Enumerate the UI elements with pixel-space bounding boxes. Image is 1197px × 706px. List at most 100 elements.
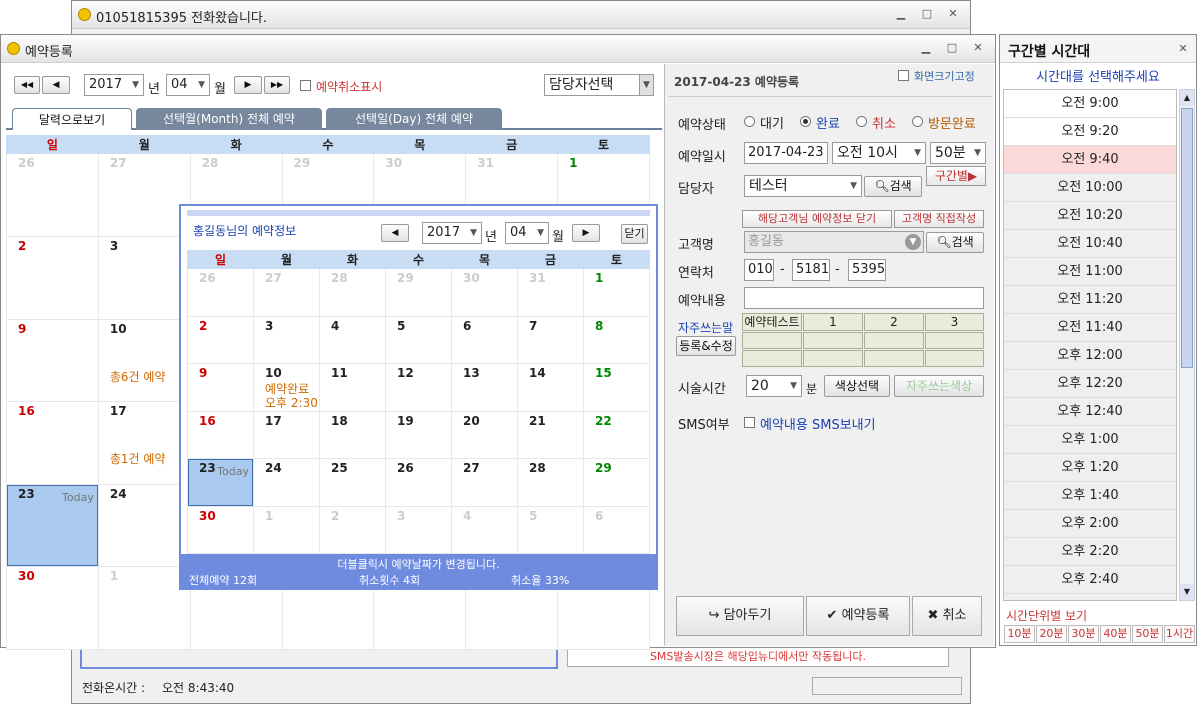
- day-cell[interactable]: 16: [6, 401, 99, 485]
- favorite-color-button[interactable]: 자주쓰는색상: [894, 375, 984, 397]
- time-slot[interactable]: 오후 1:00: [1004, 426, 1176, 454]
- time-slot[interactable]: 오전 9:40: [1004, 146, 1176, 174]
- unit-button[interactable]: 30분: [1068, 625, 1099, 643]
- month-select[interactable]: 04 ▼: [166, 74, 210, 96]
- day-cell[interactable]: 7: [517, 315, 584, 365]
- time-slot[interactable]: 오전 11:00: [1004, 258, 1176, 286]
- memo-edit-button[interactable]: 등록&수정: [676, 336, 736, 356]
- popup-year-select[interactable]: 2017 ▼: [422, 222, 482, 244]
- prev-month-button[interactable]: ◀: [42, 76, 70, 94]
- day-cell[interactable]: 15: [583, 363, 650, 412]
- day-cell[interactable]: 3: [253, 315, 320, 365]
- time-slot[interactable]: 오후 1:20: [1004, 454, 1176, 482]
- popup-prev-month-button[interactable]: ◀: [381, 224, 409, 242]
- day-cell[interactable]: 6: [583, 505, 650, 555]
- phone1-field[interactable]: 010: [744, 259, 774, 281]
- day-cell[interactable]: 28: [319, 268, 386, 317]
- memo-cell[interactable]: [864, 350, 924, 367]
- time-slot[interactable]: 오전 10:00: [1004, 174, 1176, 202]
- day-cell[interactable]: 3: [385, 505, 452, 555]
- close-customer-info-button[interactable]: 해당고객님 예약정보 닫기: [742, 210, 892, 228]
- date-field[interactable]: 2017-04-23: [744, 142, 828, 164]
- day-cell[interactable]: 17 총1건 예약: [97, 401, 191, 485]
- time-slot[interactable]: 오후 2:40: [1004, 566, 1176, 594]
- time-slot[interactable]: 오후 12:00: [1004, 342, 1176, 370]
- day-cell[interactable]: 30: [187, 505, 254, 555]
- day-cell[interactable]: 27: [97, 153, 191, 237]
- popup-month-select[interactable]: 04 ▼: [505, 222, 549, 244]
- day-cell[interactable]: 2: [6, 235, 99, 320]
- memo-cell[interactable]: 1: [803, 313, 863, 331]
- status-wait-radio[interactable]: [744, 116, 755, 127]
- day-cell[interactable]: 1: [253, 505, 320, 555]
- unit-button[interactable]: 40분: [1100, 625, 1131, 643]
- day-cell[interactable]: 30: [451, 268, 518, 317]
- time-slot[interactable]: 오전 10:20: [1004, 202, 1176, 230]
- day-cell[interactable]: 8: [583, 315, 650, 365]
- status-visited-radio[interactable]: [912, 116, 923, 127]
- day-cell[interactable]: 5: [517, 505, 584, 555]
- time-slot[interactable]: 오전 9:20: [1004, 118, 1176, 146]
- day-cell[interactable]: 2: [319, 505, 386, 555]
- staff-search-button[interactable]: 🔍︎검색: [864, 176, 922, 197]
- tab-month-reservations[interactable]: 선택월(Month) 전체 예약: [136, 108, 322, 130]
- day-cell[interactable]: 4: [451, 505, 518, 555]
- scroll-thumb[interactable]: [1181, 108, 1193, 368]
- memo-cell[interactable]: [864, 332, 924, 349]
- day-cell[interactable]: 4: [319, 315, 386, 365]
- time-slot[interactable]: 오후 2:20: [1004, 538, 1176, 566]
- time-select[interactable]: 오전 10시 ▼: [832, 142, 926, 164]
- day-cell[interactable]: 1: [583, 268, 650, 317]
- day-cell[interactable]: 27: [451, 458, 518, 507]
- memo-cell[interactable]: [803, 332, 863, 349]
- close-icon[interactable]: ✕: [967, 40, 989, 56]
- color-select-button[interactable]: 색상선택: [824, 375, 890, 397]
- time-slot[interactable]: 오전 10:40: [1004, 230, 1176, 258]
- direct-name-button[interactable]: 고객명 직접작성: [894, 210, 984, 228]
- next-year-button[interactable]: ▶▶: [264, 76, 290, 94]
- day-cell[interactable]: 20: [451, 410, 518, 460]
- memo-cell[interactable]: 예약테스트: [742, 313, 802, 331]
- minimize-icon[interactable]: ▁: [890, 6, 912, 22]
- unit-button[interactable]: 50분: [1132, 625, 1163, 643]
- day-cell[interactable]: 26: [187, 268, 254, 317]
- day-cell[interactable]: 5: [385, 315, 452, 365]
- tab-calendar-view[interactable]: 달력으로보기: [12, 108, 132, 130]
- scroll-down-icon[interactable]: ▼: [1180, 584, 1194, 600]
- hold-button[interactable]: ↪ 담아두기: [676, 596, 804, 636]
- day-cell[interactable]: 17: [253, 410, 320, 460]
- phone2-field[interactable]: 5181: [792, 259, 830, 281]
- day-cell[interactable]: 11: [319, 363, 386, 412]
- cancel-button[interactable]: ✖ 취소: [912, 596, 982, 636]
- day-cell[interactable]: 22: [583, 410, 650, 460]
- minimize-icon[interactable]: ▁: [915, 40, 937, 56]
- content-field[interactable]: [744, 287, 984, 309]
- day-cell[interactable]: 21: [517, 410, 584, 460]
- save-reservation-button[interactable]: ✔ 예약등록: [806, 596, 910, 636]
- phone3-field[interactable]: 5395: [848, 259, 886, 281]
- memo-cell[interactable]: [803, 350, 863, 367]
- day-cell[interactable]: 29: [583, 458, 650, 507]
- day-cell[interactable]: 23 Today: [6, 483, 99, 568]
- status-done-radio[interactable]: [800, 116, 811, 127]
- day-cell[interactable]: 9: [187, 363, 254, 412]
- close-icon[interactable]: ✕: [942, 6, 964, 22]
- day-cell[interactable]: 19: [385, 410, 452, 460]
- day-cell[interactable]: 10 총6건 예약: [97, 318, 191, 403]
- day-cell[interactable]: 23 Today: [187, 458, 254, 507]
- memo-cell[interactable]: 2: [864, 313, 924, 331]
- sms-checkbox[interactable]: [744, 417, 755, 428]
- day-cell[interactable]: 13: [451, 363, 518, 412]
- day-cell[interactable]: 10 예약완료 오후 2:30: [253, 363, 320, 412]
- day-cell[interactable]: 29: [385, 268, 452, 317]
- day-cell[interactable]: 26: [6, 153, 99, 237]
- staff-select[interactable]: 테스터 ▼: [744, 175, 862, 197]
- memo-cell[interactable]: [742, 332, 802, 349]
- unit-button[interactable]: 20분: [1036, 625, 1067, 643]
- day-cell[interactable]: 3: [97, 235, 191, 320]
- time-slot[interactable]: 오후 12:20: [1004, 370, 1176, 398]
- status-cancel-radio[interactable]: [856, 116, 867, 127]
- maximize-icon[interactable]: □: [916, 6, 938, 22]
- maximize-icon[interactable]: □: [941, 40, 963, 56]
- prev-year-button[interactable]: ◀◀: [14, 76, 40, 94]
